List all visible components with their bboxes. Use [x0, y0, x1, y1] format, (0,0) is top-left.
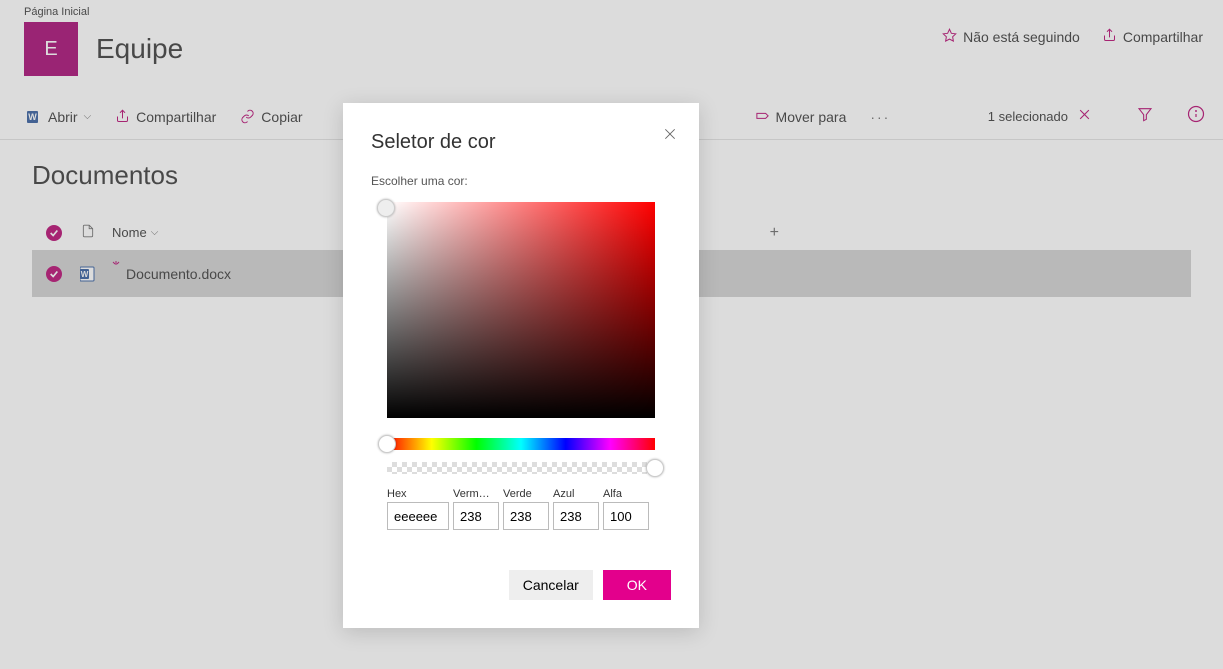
green-input[interactable]: [503, 502, 549, 530]
sv-thumb[interactable]: [377, 199, 395, 217]
green-label: Verde: [503, 488, 549, 500]
alpha-slider[interactable]: [387, 462, 655, 474]
red-input[interactable]: [453, 502, 499, 530]
hue-thumb[interactable]: [378, 435, 396, 453]
blue-label: Azul: [553, 488, 599, 500]
hue-slider[interactable]: [387, 438, 655, 450]
dialog-subtitle: Escolher uma cor:: [371, 174, 671, 188]
color-picker-dialog: Seletor de cor Escolher uma cor: Hex Ver…: [343, 103, 699, 628]
blue-input[interactable]: [553, 502, 599, 530]
alpha-input[interactable]: [603, 502, 649, 530]
red-label: Verm…: [453, 488, 499, 500]
dialog-title: Seletor de cor: [371, 131, 671, 154]
hex-label: Hex: [387, 488, 449, 500]
hex-input[interactable]: [387, 502, 449, 530]
ok-button[interactable]: OK: [603, 570, 671, 600]
alpha-label: Alfa: [603, 488, 649, 500]
dialog-close-button[interactable]: [663, 127, 677, 144]
cancel-button[interactable]: Cancelar: [509, 570, 593, 600]
alpha-thumb[interactable]: [646, 459, 664, 477]
saturation-value-picker[interactable]: [387, 202, 655, 418]
